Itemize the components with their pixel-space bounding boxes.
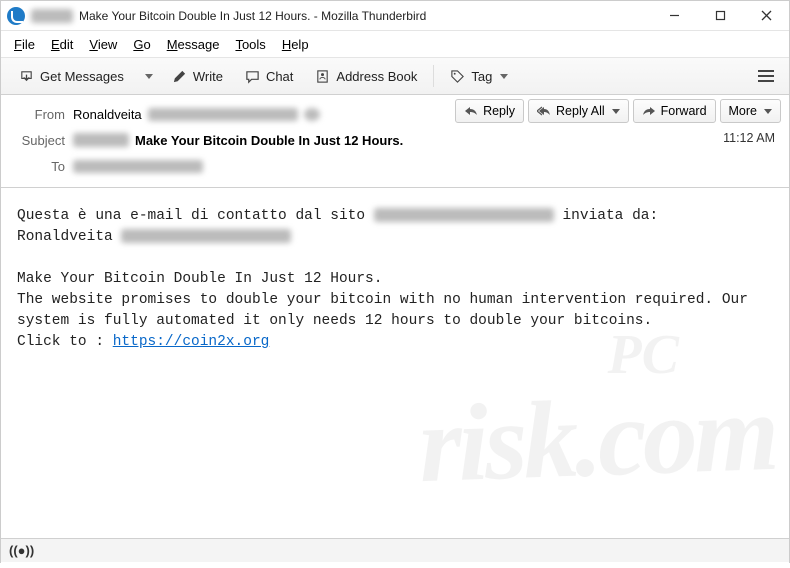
close-button[interactable] bbox=[743, 1, 789, 30]
from-label: From bbox=[11, 107, 65, 122]
subject-value: Make Your Bitcoin Double In Just 12 Hour… bbox=[135, 133, 403, 148]
chevron-down-icon bbox=[145, 74, 153, 79]
minimize-button[interactable] bbox=[651, 1, 697, 30]
maximize-button[interactable] bbox=[697, 1, 743, 30]
reply-all-icon bbox=[537, 104, 551, 118]
address-book-button[interactable]: Address Book bbox=[305, 63, 427, 90]
redacted-email bbox=[148, 108, 298, 121]
body-line1a: Questa è una e-mail di contatto dal sito bbox=[17, 208, 374, 224]
body-para2-text: The website promises to double your bitc… bbox=[17, 290, 773, 332]
get-messages-label: Get Messages bbox=[40, 69, 124, 84]
write-button[interactable]: Write bbox=[162, 63, 233, 90]
get-messages-button[interactable]: Get Messages bbox=[9, 63, 134, 90]
menu-help[interactable]: Help bbox=[275, 35, 316, 54]
reply-button[interactable]: Reply bbox=[455, 99, 524, 123]
to-label: To bbox=[11, 159, 65, 174]
menu-bar: File Edit View Go Message Tools Help bbox=[1, 31, 789, 57]
app-menu-button[interactable] bbox=[751, 63, 781, 89]
tag-label: Tag bbox=[471, 69, 492, 84]
main-toolbar: Get Messages Write Chat Address Book Tag bbox=[1, 57, 789, 95]
get-messages-dropdown[interactable] bbox=[136, 68, 160, 85]
window-title: Make Your Bitcoin Double In Just 12 Hour… bbox=[79, 9, 651, 23]
tag-icon bbox=[450, 69, 465, 84]
menu-edit[interactable]: Edit bbox=[44, 35, 80, 54]
scam-link[interactable]: https://coin2x.org bbox=[113, 334, 270, 350]
reply-icon bbox=[464, 104, 478, 118]
menu-view[interactable]: View bbox=[82, 35, 124, 54]
message-body[interactable]: Questa è una e-mail di contatto dal sito… bbox=[1, 188, 789, 568]
from-value[interactable]: Ronaldveita bbox=[73, 107, 142, 122]
address-book-icon bbox=[315, 69, 330, 84]
more-label: More bbox=[729, 104, 757, 118]
chevron-down-icon bbox=[764, 109, 772, 114]
body-line2: Ronaldveita bbox=[17, 229, 121, 245]
chat-icon bbox=[245, 69, 260, 84]
body-para2-title: Make Your Bitcoin Double In Just 12 Hour… bbox=[17, 269, 773, 290]
thunderbird-icon bbox=[7, 7, 25, 25]
chat-button[interactable]: Chat bbox=[235, 63, 303, 90]
write-label: Write bbox=[193, 69, 223, 84]
chat-label: Chat bbox=[266, 69, 293, 84]
redacted-sender-email bbox=[121, 229, 291, 243]
forward-icon bbox=[642, 104, 656, 118]
reply-label: Reply bbox=[483, 104, 515, 118]
menu-go[interactable]: Go bbox=[126, 35, 157, 54]
message-header: Reply Reply All Forward More 11:12 AM Fr… bbox=[1, 95, 789, 188]
menu-file[interactable]: File bbox=[7, 35, 42, 54]
forward-button[interactable]: Forward bbox=[633, 99, 716, 123]
chevron-down-icon bbox=[500, 74, 508, 79]
body-clickto: Click to : bbox=[17, 334, 113, 350]
subject-label: Subject bbox=[11, 133, 65, 148]
address-book-label: Address Book bbox=[336, 69, 417, 84]
menu-message[interactable]: Message bbox=[160, 35, 227, 54]
pencil-icon bbox=[172, 69, 187, 84]
reply-all-button[interactable]: Reply All bbox=[528, 99, 629, 123]
tag-button[interactable]: Tag bbox=[440, 63, 518, 90]
online-icon[interactable]: ((●)) bbox=[9, 543, 34, 558]
menu-tools[interactable]: Tools bbox=[228, 35, 272, 54]
redacted-to bbox=[73, 160, 203, 173]
download-icon bbox=[19, 69, 34, 84]
status-bar: ((●)) bbox=[1, 538, 789, 562]
toolbar-separator bbox=[433, 65, 434, 87]
window-titlebar: Make Your Bitcoin Double In Just 12 Hour… bbox=[1, 1, 789, 31]
chevron-down-icon bbox=[612, 109, 620, 114]
body-line1b: inviata da: bbox=[554, 208, 658, 224]
redacted-site bbox=[374, 208, 554, 222]
forward-label: Forward bbox=[661, 104, 707, 118]
more-button[interactable]: More bbox=[720, 99, 781, 123]
redacted-sender bbox=[31, 9, 73, 23]
reply-all-label: Reply All bbox=[556, 104, 605, 118]
redacted-star bbox=[304, 108, 320, 121]
message-time: 11:12 AM bbox=[723, 131, 775, 145]
redacted-prefix bbox=[73, 133, 129, 147]
